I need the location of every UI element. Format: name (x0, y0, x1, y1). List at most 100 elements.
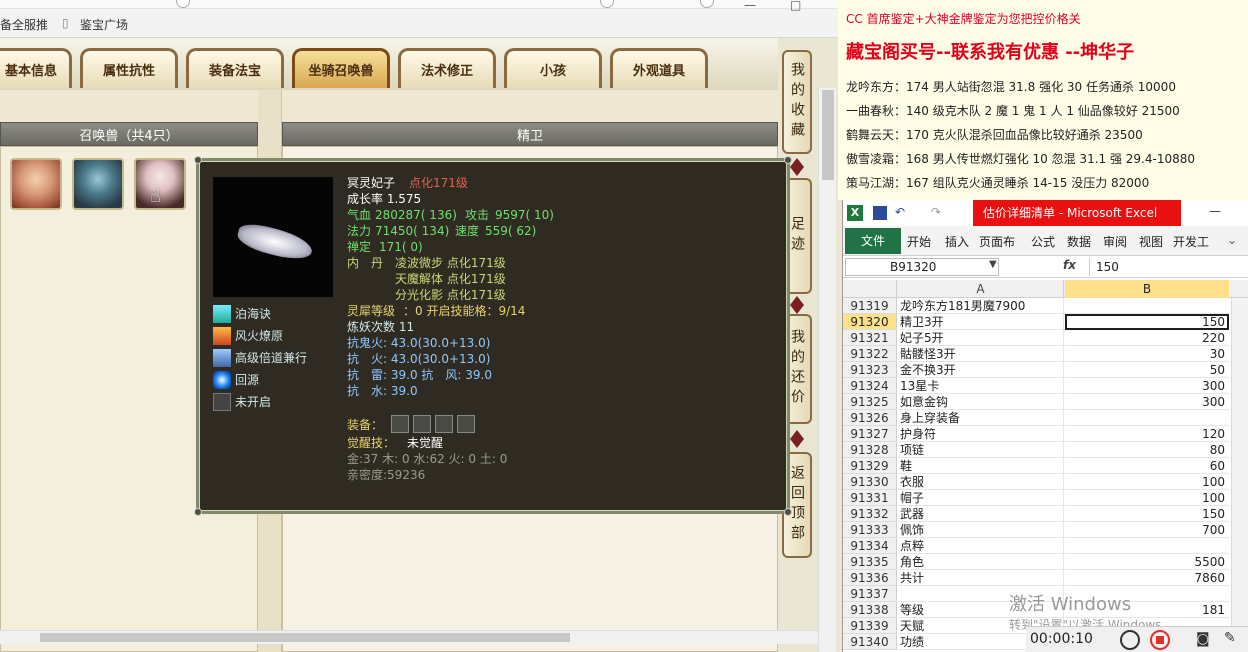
menu-icon[interactable] (700, 0, 714, 8)
name-box-dropdown-icon[interactable]: ▼ (989, 259, 997, 270)
cell-a[interactable]: 精卫3开 (898, 314, 1064, 330)
skill-icon[interactable] (213, 371, 231, 389)
row-number[interactable]: 91339 (843, 618, 897, 634)
row-number[interactable]: 91331 (843, 490, 897, 506)
row-number[interactable]: 91335 (843, 554, 897, 570)
row-number[interactable]: 91321 (843, 330, 897, 346)
cell-b[interactable]: 300 (1065, 394, 1229, 410)
column-header-a[interactable]: A (898, 280, 1064, 298)
tab-mounts-summons[interactable]: 坐骑召唤兽 (292, 48, 390, 88)
equip-slot[interactable] (413, 415, 431, 433)
cell-a[interactable]: 龙吟东方181男魔7900 (898, 298, 1064, 314)
bookmark-item[interactable]: 备全服推 (0, 16, 48, 33)
ribbon-tab-formulas[interactable]: 公式 (1031, 233, 1055, 250)
row-number[interactable]: 91332 (843, 506, 897, 522)
cell-a[interactable]: 护身符 (898, 426, 1064, 442)
ribbon-tab-home[interactable]: 开始 (907, 233, 931, 250)
row-number[interactable]: 91334 (843, 538, 897, 554)
cell-b[interactable] (1065, 538, 1229, 554)
bookmark-item[interactable]: 鉴宝广场 (80, 16, 128, 33)
row-number[interactable]: 91322 (843, 346, 897, 362)
stop-icon[interactable] (1150, 630, 1170, 650)
maximize-button[interactable]: □ (790, 0, 801, 12)
skill-icon[interactable] (213, 349, 231, 367)
minimize-button[interactable]: — (744, 0, 756, 12)
formula-input[interactable]: 150 (1089, 258, 1247, 276)
ribbon-tab-layout[interactable]: 页面布 (979, 233, 1015, 250)
cell-a[interactable]: 身上穿装备 (898, 410, 1064, 426)
row-number[interactable]: 91327 (843, 426, 897, 442)
cell-b[interactable] (1065, 410, 1229, 426)
tab-basic-info[interactable]: 基本信息 (0, 48, 72, 88)
cell-b[interactable]: 120 (1065, 426, 1229, 442)
equip-slot[interactable] (457, 415, 475, 433)
cell-a[interactable]: 骷髅怪3开 (898, 346, 1064, 362)
horizontal-scrollbar[interactable] (0, 630, 818, 644)
ribbon-tab-data[interactable]: 数据 (1067, 233, 1091, 250)
camera-icon[interactable]: ◙ (1196, 631, 1210, 647)
cell-b[interactable] (1065, 298, 1229, 314)
cell-b[interactable]: 50 (1065, 362, 1229, 378)
ribbon-tab-developer[interactable]: 开发工 (1173, 233, 1209, 250)
cell-b[interactable]: 150 (1065, 314, 1229, 330)
cell-b[interactable]: 100 (1065, 490, 1229, 506)
cell-a[interactable]: 角色 (898, 554, 1064, 570)
pause-icon[interactable] (1120, 630, 1140, 650)
cell-a[interactable]: 共计 (898, 570, 1064, 586)
cell-a[interactable]: 佩饰 (898, 522, 1064, 538)
skill-icon[interactable] (213, 327, 231, 345)
row-number[interactable]: 91328 (843, 442, 897, 458)
cell-a[interactable]: 金不换3开 (898, 362, 1064, 378)
cell-b[interactable]: 7860 (1065, 570, 1229, 586)
row-number[interactable]: 91338 (843, 602, 897, 618)
cell-a[interactable]: 帽子 (898, 490, 1064, 506)
ribbon-tab-review[interactable]: 审阅 (1103, 233, 1127, 250)
row-number[interactable]: 91323 (843, 362, 897, 378)
cell-b[interactable]: 100 (1065, 474, 1229, 490)
cell-a[interactable]: 13星卡 (898, 378, 1064, 394)
cell-a[interactable]: 点粹 (898, 538, 1064, 554)
skill-icon[interactable] (213, 305, 231, 323)
cell-a[interactable]: 武器 (898, 506, 1064, 522)
cell-b[interactable]: 220 (1065, 330, 1229, 346)
chevron-down-icon[interactable]: ⌄ (1227, 233, 1237, 247)
tab-attributes[interactable]: 属性抗性 (80, 48, 178, 88)
row-number[interactable]: 91336 (843, 570, 897, 586)
cell-b[interactable]: 60 (1065, 458, 1229, 474)
redo-icon[interactable]: ↷ (931, 205, 941, 219)
cell-b[interactable]: 150 (1065, 506, 1229, 522)
cell-a[interactable]: 如意金钩 (898, 394, 1064, 410)
fx-icon[interactable]: fx (1063, 258, 1076, 272)
equip-slot[interactable] (391, 415, 409, 433)
row-number[interactable]: 91340 (843, 634, 897, 650)
tab-appearance[interactable]: 外观道具 (610, 48, 708, 88)
row-number[interactable]: 91333 (843, 522, 897, 538)
row-number[interactable]: 91326 (843, 410, 897, 426)
cell-b[interactable]: 5500 (1065, 554, 1229, 570)
cell-a[interactable]: 衣服 (898, 474, 1064, 490)
row-number[interactable]: 91324 (843, 378, 897, 394)
ribbon-tab-insert[interactable]: 插入 (945, 233, 969, 250)
cell-b[interactable]: 700 (1065, 522, 1229, 538)
cell-a[interactable]: 妃子5开 (898, 330, 1064, 346)
row-number[interactable]: 91330 (843, 474, 897, 490)
row-number[interactable]: 91337 (843, 586, 897, 602)
tab-spell-correction[interactable]: 法术修正 (398, 48, 496, 88)
row-number[interactable]: 91320 (843, 314, 897, 330)
star-icon[interactable] (600, 0, 614, 8)
tab-child[interactable]: 小孩 (504, 48, 602, 88)
tab-equipment[interactable]: 装备法宝 (186, 48, 284, 88)
cell-a[interactable]: 项链 (898, 442, 1064, 458)
row-number[interactable]: 91329 (843, 458, 897, 474)
cell-b[interactable]: 300 (1065, 378, 1229, 394)
cell-b[interactable]: 30 (1065, 346, 1229, 362)
cell-b[interactable]: 80 (1065, 442, 1229, 458)
vertical-scrollbar[interactable] (1231, 298, 1248, 652)
name-box[interactable]: B91320 (845, 258, 999, 276)
select-all-corner[interactable] (843, 280, 897, 298)
summon-avatar[interactable] (10, 158, 62, 210)
summon-avatar[interactable] (72, 158, 124, 210)
save-icon[interactable] (873, 206, 887, 220)
vertical-scrollbar[interactable] (818, 88, 836, 652)
undo-icon[interactable]: ↶ (895, 205, 905, 219)
